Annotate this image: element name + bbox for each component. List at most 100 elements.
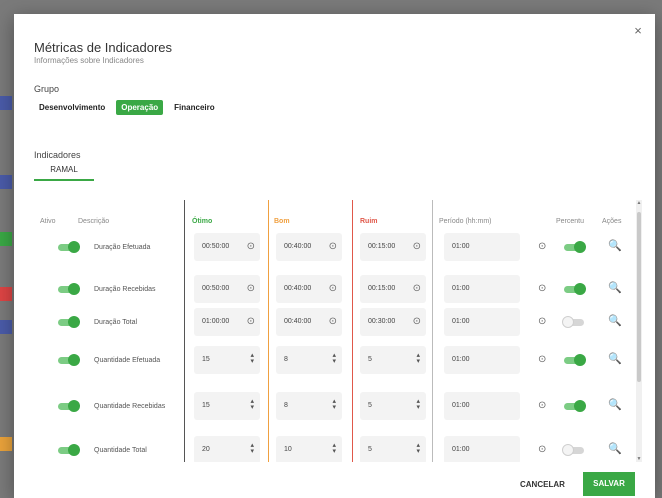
otimo-value: 20 [202,446,210,453]
bom-value: 8 [284,356,288,363]
ativo-toggle[interactable] [56,444,80,456]
group-label: Grupo [34,84,60,94]
header-ruim: Ruim [360,218,378,225]
indicators-label: Indicadores [34,150,81,160]
clock-icon[interactable]: ⊙ [413,241,421,253]
periodo-field[interactable]: 01:00 [444,392,520,420]
background-stripe [0,175,12,189]
group-tab-desenvolvimento[interactable]: Desenvolvimento [34,100,110,115]
clock-icon[interactable]: ⊙ [413,283,421,295]
percentual-toggle[interactable] [562,241,586,253]
close-icon[interactable]: × [631,24,645,38]
ativo-toggle[interactable] [56,316,80,328]
bom-value: 8 [284,402,288,409]
clock-icon[interactable]: ⊙ [329,316,337,328]
clock-icon[interactable]: ⊙ [247,316,255,328]
otimo-field[interactable]: 00:50:00 ⊙ [194,233,260,261]
metrics-dialog: × Métricas de Indicadores Informações so… [14,14,655,498]
otimo-field[interactable]: 20 ▴ ▾ [194,436,260,462]
search-icon[interactable]: 🔍 [608,281,622,294]
spinner-icon[interactable]: ▴ ▾ [250,442,254,455]
search-icon[interactable]: 🔍 [608,352,622,365]
periodo-field[interactable]: 01:00 [444,275,520,303]
otimo-field[interactable]: 15 ▴ ▾ [194,392,260,420]
clock-icon[interactable]: ⊙ [538,241,546,252]
group-tab-operacao[interactable]: Operação [116,100,164,115]
descricao-label: Quantidade Efetuada [94,357,161,364]
spinner-icon[interactable]: ▴ ▾ [250,398,254,411]
bom-field[interactable]: 8 ▴ ▾ [276,392,342,420]
spinner-icon[interactable]: ▴ ▾ [416,398,420,411]
bom-field[interactable]: 00:40:00 ⊙ [276,308,342,336]
periodo-value: 01:00 [452,285,470,292]
table-row: Quantidade Efetuada 15 ▴ ▾ 8 ▴ ▾ 5 ▴ ▾ 01:00 ⊙… [34,346,634,374]
spinner-icon[interactable]: ▴ ▾ [416,352,420,365]
bom-field[interactable]: 00:40:00 ⊙ [276,233,342,261]
tab-ramal[interactable]: RAMAL [34,165,94,181]
bom-value: 10 [284,446,292,453]
ativo-toggle[interactable] [56,241,80,253]
search-icon[interactable]: 🔍 [608,239,622,252]
search-icon[interactable]: 🔍 [608,398,622,411]
ruim-field[interactable]: 00:30:00 ⊙ [360,308,426,336]
spinner-icon[interactable]: ▴ ▾ [416,442,420,455]
ruim-field[interactable]: 5 ▴ ▾ [360,346,426,374]
header-bom: Bom [274,218,290,225]
bom-field[interactable]: 10 ▴ ▾ [276,436,342,462]
ruim-field[interactable]: 5 ▴ ▾ [360,436,426,462]
ruim-field[interactable]: 00:15:00 ⊙ [360,275,426,303]
group-tab-financeiro[interactable]: Financeiro [169,100,219,115]
bom-field[interactable]: 00:40:00 ⊙ [276,275,342,303]
clock-icon[interactable]: ⊙ [413,316,421,328]
percentual-toggle[interactable] [562,444,586,456]
ativo-toggle[interactable] [56,283,80,295]
spinner-icon[interactable]: ▴ ▾ [332,442,336,455]
clock-icon[interactable]: ⊙ [538,283,546,294]
periodo-field[interactable]: 01:00 [444,308,520,336]
table-row: Duração Total 01:00:00 ⊙ 00:40:00 ⊙ 00:30:… [34,308,634,336]
clock-icon[interactable]: ⊙ [538,444,546,455]
ativo-toggle[interactable] [56,354,80,366]
percentual-toggle[interactable] [562,283,586,295]
ruim-field[interactable]: 5 ▴ ▾ [360,392,426,420]
scroll-down-icon[interactable]: ▼ [636,456,642,462]
spinner-icon[interactable]: ▴ ▾ [332,398,336,411]
clock-icon[interactable]: ⊙ [538,316,546,327]
ativo-toggle[interactable] [56,400,80,412]
header-otimo: Ótimo [192,218,213,225]
clock-icon[interactable]: ⊙ [538,400,546,411]
periodo-field[interactable]: 01:00 [444,233,520,261]
periodo-field[interactable]: 01:00 [444,436,520,462]
scroll-thumb[interactable] [637,212,641,382]
descricao-label: Duração Total [94,319,138,326]
cancel-button[interactable]: CANCELAR [520,480,565,489]
search-icon[interactable]: 🔍 [608,314,622,327]
scroll-up-icon[interactable]: ▲ [636,200,642,206]
ruim-field[interactable]: 00:15:00 ⊙ [360,233,426,261]
table-scrollbar[interactable]: ▲ ▼ [636,200,642,462]
bom-value: 00:40:00 [284,318,312,325]
background-stripe [0,437,12,451]
percentual-toggle[interactable] [562,354,586,366]
clock-icon[interactable]: ⊙ [247,241,255,253]
otimo-field[interactable]: 00:50:00 ⊙ [194,275,260,303]
clock-icon[interactable]: ⊙ [329,241,337,253]
periodo-value: 01:00 [452,356,470,363]
clock-icon[interactable]: ⊙ [329,283,337,295]
clock-icon[interactable]: ⊙ [247,283,255,295]
otimo-field[interactable]: 15 ▴ ▾ [194,346,260,374]
bom-field[interactable]: 8 ▴ ▾ [276,346,342,374]
periodo-field[interactable]: 01:00 [444,346,520,374]
clock-icon[interactable]: ⊙ [538,354,546,365]
otimo-field[interactable]: 01:00:00 ⊙ [194,308,260,336]
group-tabs: Desenvolvimento Operação Financeiro [34,100,220,115]
percentual-toggle[interactable] [562,400,586,412]
descricao-label: Duração Efetuada [94,244,151,251]
spinner-icon[interactable]: ▴ ▾ [332,352,336,365]
search-icon[interactable]: 🔍 [608,442,622,455]
percentual-toggle[interactable] [562,316,586,328]
save-button[interactable]: SALVAR [583,472,635,496]
spinner-icon[interactable]: ▴ ▾ [250,352,254,365]
header-ativo: Ativo [40,218,56,225]
descricao-label: Quantidade Total [94,447,147,454]
